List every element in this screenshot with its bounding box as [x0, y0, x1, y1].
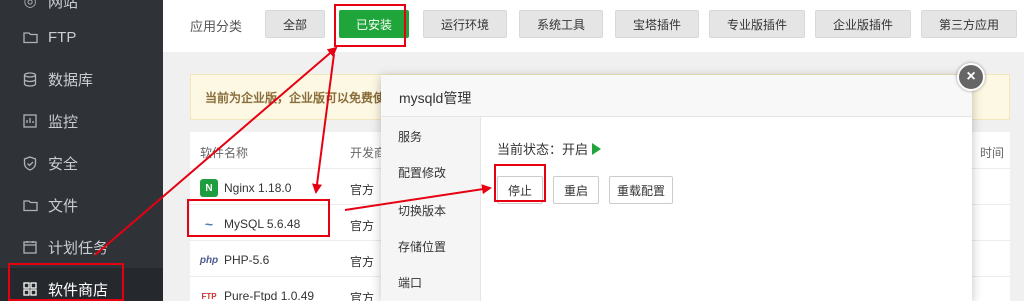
- developer: 官方: [350, 183, 375, 197]
- service-status: 当前状态： 开启: [497, 139, 602, 158]
- dialog-menu-storage[interactable]: 存储位置: [381, 227, 481, 263]
- play-icon: [592, 142, 602, 155]
- software-name[interactable]: Nginx 1.18.0: [224, 181, 291, 195]
- sidebar-item-label: 监控: [48, 113, 79, 131]
- developer: 官方: [350, 291, 375, 301]
- status-value: 开启: [562, 142, 589, 157]
- category-bar: 应用分类 全部 已安装 运行环境 系统工具 宝塔插件 专业版插件 企业版插件 第…: [163, 0, 1024, 52]
- monitor-icon: [22, 113, 38, 129]
- restart-button[interactable]: 重启: [553, 176, 599, 204]
- mysqld-manage-dialog: mysqld管理 服务 配置修改 切换版本 存储位置 端口 当前状态： 开启 停…: [381, 75, 972, 301]
- dialog-title: mysqld管理: [381, 75, 972, 117]
- database-icon: [22, 71, 38, 87]
- sidebar-item-ftp[interactable]: FTP: [0, 16, 163, 58]
- sidebar-item-cron[interactable]: 计划任务: [0, 226, 163, 268]
- nginx-icon: N: [200, 179, 218, 197]
- php-icon: php: [199, 254, 219, 266]
- highlight-software-store: [8, 263, 124, 301]
- globe-icon: ◎: [23, 0, 37, 10]
- sidebar-item-files[interactable]: 文件: [0, 184, 163, 226]
- category-runtime[interactable]: 运行环境: [423, 10, 507, 38]
- sidebar-item-database[interactable]: 数据库: [0, 58, 163, 100]
- dialog-menu-switch-version[interactable]: 切换版本: [381, 191, 481, 227]
- highlight-mysql: [187, 199, 330, 237]
- dialog-menu: 服务 配置修改 切换版本 存储位置 端口: [381, 117, 481, 301]
- dialog-body: 当前状态： 开启 停止 重启 重载配置: [481, 117, 972, 301]
- dialog-menu-config[interactable]: 配置修改: [381, 153, 481, 189]
- developer: 官方: [350, 219, 375, 233]
- software-name[interactable]: PHP-5.6: [224, 253, 269, 267]
- close-icon[interactable]: ×: [957, 63, 985, 91]
- category-all[interactable]: 全部: [265, 10, 325, 38]
- folder-icon: [22, 29, 38, 45]
- dialog-menu-service[interactable]: 服务: [381, 117, 481, 153]
- category-pro-plugins[interactable]: 专业版插件: [709, 10, 805, 38]
- sidebar-item-label: 文件: [48, 197, 79, 215]
- sidebar-item-label: 计划任务: [48, 239, 109, 257]
- reload-config-button[interactable]: 重载配置: [609, 176, 673, 204]
- folder-icon: [22, 197, 38, 213]
- sidebar-item-security[interactable]: 安全: [0, 142, 163, 184]
- sidebar-item-label: FTP: [48, 28, 77, 46]
- header-time: 时间: [980, 146, 1005, 160]
- sidebar-item-monitor[interactable]: 监控: [0, 100, 163, 142]
- shield-icon: [22, 155, 38, 171]
- developer: 官方: [350, 255, 375, 269]
- ftp-icon: FTP: [201, 291, 217, 301]
- sidebar: ◎ 网站 FTP 数据库 监控 安全 文件 计划任务 软件商店: [0, 0, 163, 301]
- highlight-stop: [494, 164, 546, 202]
- dialog-menu-port[interactable]: 端口: [381, 263, 481, 299]
- category-label: 应用分类: [190, 19, 243, 34]
- status-label: 当前状态：: [497, 142, 563, 157]
- sidebar-item-label: 网站: [48, 0, 79, 11]
- software-name[interactable]: Pure-Ftpd 1.0.49: [224, 289, 314, 301]
- category-bt-plugins[interactable]: 宝塔插件: [615, 10, 699, 38]
- category-third-party[interactable]: 第三方应用: [921, 10, 1017, 38]
- highlight-installed: [334, 4, 406, 47]
- sidebar-item-label: 数据库: [48, 71, 94, 89]
- category-enterprise-plugins[interactable]: 企业版插件: [815, 10, 911, 38]
- sidebar-item-label: 安全: [48, 155, 79, 173]
- clock-icon: [22, 239, 38, 255]
- category-system-tools[interactable]: 系统工具: [519, 10, 603, 38]
- header-name: 软件名称: [200, 146, 249, 160]
